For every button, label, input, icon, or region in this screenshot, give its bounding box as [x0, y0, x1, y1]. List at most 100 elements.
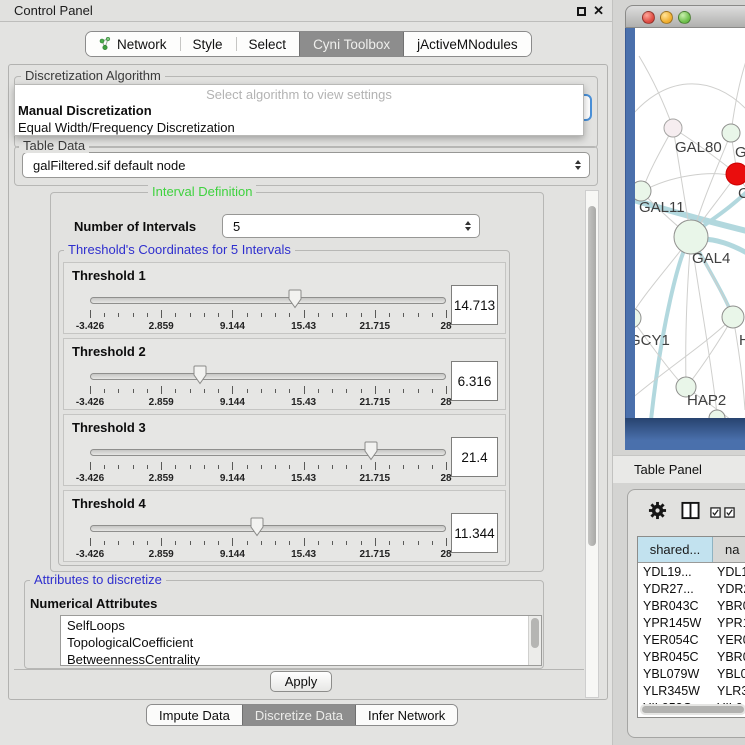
threshold-3-slider[interactable]: -3.4262.8599.14415.4321.71528 [90, 439, 446, 485]
attribute-item[interactable]: SelfLoops [67, 617, 541, 634]
network-view-window: GAL80 GA C GAL11 GAL4 GCY1 H HAP2 [625, 5, 745, 450]
tab-jactivemnodules-label: jActiveMNodules [417, 37, 518, 52]
threshold-3-panel: Threshold 3 -3.4262.8599.14415.4321.7152… [63, 414, 506, 486]
threshold-4-label: Threshold 4 [72, 496, 146, 511]
table-data-group-title: Table Data [19, 139, 89, 153]
slider-track[interactable] [90, 373, 446, 380]
threshold-1-panel: Threshold 1 -3.4262.8599.14415.4321.7152… [63, 262, 506, 334]
network-canvas[interactable]: GAL80 GA C GAL11 GAL4 GCY1 H HAP2 [635, 28, 745, 418]
table-panel-titlebar: Table Panel [613, 455, 745, 483]
cyni-bottom-tab-bar: Impute Data Discretize Data Infer Networ… [146, 704, 458, 726]
checkbox-icon[interactable] [710, 505, 721, 523]
close-traffic-light-icon[interactable] [642, 11, 655, 24]
minimize-traffic-light-icon[interactable] [660, 11, 673, 24]
slider-thumb[interactable] [288, 289, 303, 309]
column-header-name[interactable]: na [713, 537, 745, 562]
node-gal4[interactable] [674, 220, 708, 254]
slider-track[interactable] [90, 297, 446, 304]
node-bottom[interactable] [709, 410, 725, 418]
node-h[interactable] [722, 306, 744, 328]
numerical-attributes-list[interactable]: SelfLoopsTopologicalCoefficientBetweenne… [60, 615, 542, 666]
slider-thumb[interactable] [193, 365, 208, 385]
table-row[interactable]: YLR345WYLR3 [638, 682, 745, 699]
attributes-group-title: Attributes to discretize [30, 573, 166, 587]
tab-select[interactable]: Select [236, 32, 300, 56]
table-row[interactable]: YDR27...YDR2 [638, 580, 745, 597]
tab-infer-network[interactable]: Infer Network [356, 705, 457, 725]
node-top-right[interactable] [722, 124, 740, 142]
apply-button[interactable]: Apply [270, 671, 332, 692]
table-horizontal-scrollbar[interactable] [640, 704, 745, 715]
settings-gear-icon[interactable] [648, 501, 667, 525]
slider-tick-labels: -3.4262.8599.14415.4321.71528 [90, 397, 446, 408]
slider-tick-labels: -3.4262.8599.14415.4321.71528 [90, 473, 446, 484]
node-gal80[interactable] [664, 119, 682, 137]
table-row[interactable]: YPR145WYPR1 [638, 614, 745, 631]
zoom-traffic-light-icon[interactable] [678, 11, 691, 24]
close-icon[interactable]: ✕ [593, 0, 604, 22]
network-window-frame [625, 28, 635, 418]
table-row[interactable]: YER054CYER0 [638, 631, 745, 648]
tab-discretize-data[interactable]: Discretize Data [242, 705, 356, 725]
threshold-3-value-field[interactable]: 21.4 [451, 437, 498, 477]
tab-network[interactable]: Network [86, 32, 180, 56]
tab-cyni-toolbox[interactable]: Cyni Toolbox [299, 32, 404, 56]
number-of-intervals-combobox[interactable]: 5 [222, 214, 480, 238]
table-panel-title: Table Panel [634, 462, 702, 477]
slider-track[interactable] [90, 525, 446, 532]
viewport-divider [14, 669, 584, 670]
node-label: H [739, 332, 745, 349]
threshold-2-slider[interactable]: -3.4262.8599.14415.4321.71528 [90, 363, 446, 409]
node-gcy1[interactable] [635, 308, 641, 328]
threshold-4-slider[interactable]: -3.4262.8599.14415.4321.71528 [90, 515, 446, 561]
threshold-1-slider[interactable]: -3.4262.8599.14415.4321.71528 [90, 287, 446, 333]
tab-jactivemnodules[interactable]: jActiveMNodules [404, 32, 531, 56]
algorithm-option-equal-width-frequency[interactable]: Equal Width/Frequency Discretization [18, 120, 235, 135]
control-panel: Control Panel ✕ Network Style Sel [0, 0, 613, 745]
node-label: GCY1 [635, 332, 670, 349]
threshold-4-value-field[interactable]: 11.344 [451, 513, 498, 553]
control-panel-tab-bar: Network Style Select Cyni Toolbox jActiv… [85, 31, 532, 57]
table-row[interactable]: YBR045CYBR0 [638, 648, 745, 665]
tab-impute-data[interactable]: Impute Data [147, 705, 242, 725]
scrollbar-thumb[interactable] [588, 206, 596, 546]
column-header-shared-name[interactable]: shared... [638, 537, 713, 562]
network-nodes[interactable] [635, 119, 745, 418]
columns-icon[interactable] [681, 501, 700, 525]
table-row[interactable]: YBR043CYBR0 [638, 597, 745, 614]
settings-scrollbar[interactable] [585, 190, 599, 698]
table-row[interactable]: YBL079WYBL0 [638, 665, 745, 682]
slider-thumb[interactable] [364, 441, 379, 461]
attribute-item[interactable]: TopologicalCoefficient [67, 634, 541, 651]
scrollbar-thumb[interactable] [531, 618, 539, 648]
checkbox-icon[interactable] [724, 505, 735, 523]
slider-thumb[interactable] [250, 517, 265, 537]
node-label: HAP2 [687, 392, 726, 409]
node-label: C [738, 185, 745, 202]
app-root: Control Panel ✕ Network Style Sel [0, 0, 745, 745]
attributes-list-scrollbar[interactable] [528, 616, 541, 665]
node-gal11[interactable] [635, 181, 651, 201]
threshold-2-panel: Threshold 2 -3.4262.8599.14415.4321.7152… [63, 338, 506, 410]
float-window-icon[interactable] [577, 7, 586, 16]
node-table: shared... na YDL19...YDL1YDR27...YDR2YBR… [637, 536, 745, 718]
node-red-selected[interactable] [726, 163, 745, 185]
network-window-titlebar[interactable] [625, 5, 745, 28]
threshold-1-label: Threshold 1 [72, 268, 146, 283]
threshold-2-value-field[interactable]: 6.316 [451, 361, 498, 401]
attribute-item[interactable]: BetweennessCentrality [67, 651, 541, 666]
table-rows: YDL19...YDL1YDR27...YDR2YBR043CYBR0YPR14… [638, 563, 745, 706]
slider-ticks [90, 462, 446, 471]
slider-track[interactable] [90, 449, 446, 456]
tab-style-label: Style [193, 37, 223, 52]
node-label: GA [735, 144, 745, 161]
table-data-combobox[interactable]: galFiltered.sif default node [22, 152, 590, 178]
table-row[interactable]: YDL19...YDL1 [638, 563, 745, 580]
algorithm-option-manual-discretization[interactable]: Manual Discretization [18, 103, 152, 118]
scrollbar-thumb[interactable] [642, 706, 744, 713]
slider-tick-labels: -3.4262.8599.14415.4321.71528 [90, 321, 446, 332]
threshold-4-panel: Threshold 4 -3.4262.8599.14415.4321.7152… [63, 490, 506, 562]
number-of-intervals-value: 5 [233, 219, 240, 234]
tab-style[interactable]: Style [180, 32, 236, 56]
threshold-1-value-field[interactable]: 14.713 [451, 285, 498, 325]
